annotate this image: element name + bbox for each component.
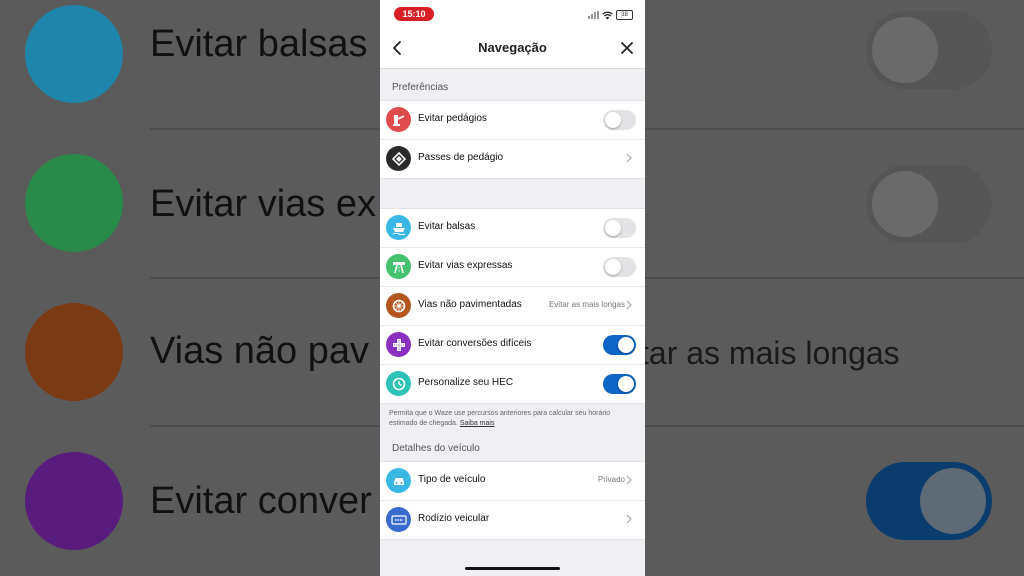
footnote-text: Permita que o Waze use percursos anterio…: [389, 410, 611, 427]
clock-icon: [386, 371, 411, 396]
wheel-icon: [386, 293, 411, 318]
saiba-mais-link[interactable]: Saiba mais: [460, 420, 495, 427]
plate-icon: [386, 507, 411, 532]
toggle-evitar-vias-expressas[interactable]: [603, 257, 636, 277]
row-evitar-conversoes-dificeis[interactable]: Evitar conversões difíceis: [380, 326, 645, 365]
toggle-personalize-hec[interactable]: [603, 374, 636, 394]
status-time: 15:10: [394, 7, 434, 21]
row-label: Passes de pedágio: [418, 152, 504, 163]
row-evitar-vias-expressas[interactable]: Evitar vias expressas: [380, 248, 645, 287]
wifi-icon: [602, 11, 613, 19]
ferry-icon: [25, 5, 123, 103]
row-label: Personalize seu HEC: [418, 377, 514, 388]
phone-screen: 15:10 38 Navegação Preferências Evitar p…: [380, 0, 645, 576]
toggle-evitar-balsas[interactable]: [603, 218, 636, 238]
status-bar: 15:10 38: [380, 0, 645, 28]
close-icon[interactable]: [617, 38, 637, 58]
status-icons: 38: [588, 9, 633, 21]
toggle-evitar-pedagios[interactable]: [603, 110, 636, 130]
row-label: Evitar conversões difíceis: [418, 338, 532, 349]
car-icon: [386, 468, 411, 493]
ferry-icon: [386, 215, 411, 240]
signal-icon: [588, 11, 599, 19]
preferences-group-toll: Evitar pedágios Passes de pedágio: [380, 100, 645, 179]
row-evitar-pedagios[interactable]: Evitar pedágios: [380, 101, 645, 140]
bg-toggle: [866, 462, 992, 540]
section-preferences-label: Preferências: [392, 82, 449, 93]
row-value: Evitar as mais longas: [548, 300, 625, 309]
bg-label: Evitar balsas: [150, 23, 368, 65]
row-label: Tipo de veículo: [418, 474, 486, 485]
bg-label: Evitar vias ex: [150, 183, 376, 225]
bg-label: Vias não pav: [150, 330, 370, 372]
row-label: Vias não pavimentadas: [418, 299, 522, 310]
row-label: Rodízio veicular: [418, 513, 490, 524]
row-rodizio-veicular[interactable]: Rodízio veicular: [380, 501, 645, 539]
row-label: Evitar vias expressas: [418, 260, 513, 271]
chevron-right-icon: [626, 475, 632, 485]
page-title: Navegação: [478, 40, 547, 55]
preferences-group-routes: Evitar balsas Evitar vias expressas Vias…: [380, 208, 645, 404]
toggle-evitar-conversoes[interactable]: [603, 335, 636, 355]
row-label: Evitar balsas: [418, 221, 476, 232]
bg-toggle: [866, 165, 992, 243]
battery-icon: 38: [616, 10, 633, 20]
toll-pass-icon: [386, 146, 411, 171]
nav-bar: Navegação: [380, 28, 645, 69]
chevron-right-icon: [626, 514, 632, 524]
row-personalize-hec[interactable]: Personalize seu HEC: [380, 365, 645, 403]
row-vias-nao-pavimentadas[interactable]: Vias não pavimentadas Evitar as mais lon…: [380, 287, 645, 326]
row-label: Evitar pedágios: [418, 113, 487, 124]
chevron-right-icon: [626, 300, 632, 310]
wheel-icon: [25, 303, 123, 401]
highway-icon: [25, 154, 123, 252]
chevron-right-icon: [626, 153, 632, 163]
section-vehicle-label: Detalhes do veículo: [392, 443, 480, 454]
home-indicator[interactable]: [465, 567, 560, 570]
row-passes-pedagio[interactable]: Passes de pedágio: [380, 140, 645, 178]
highway-icon: [386, 254, 411, 279]
hec-footnote: Permita que o Waze use percursos anterio…: [389, 409, 639, 429]
toll-icon: [386, 107, 411, 132]
cross-icon: [25, 452, 123, 550]
row-tipo-veiculo[interactable]: Tipo de veículo Privado: [380, 462, 645, 501]
row-evitar-balsas[interactable]: Evitar balsas: [380, 209, 645, 248]
row-value: Privado: [597, 475, 625, 484]
bg-label: Evitar conver: [150, 480, 372, 522]
bg-value: tar as mais longas: [640, 335, 900, 371]
cross-icon: [386, 332, 411, 357]
vehicle-group: Tipo de veículo Privado Rodízio veicular: [380, 461, 645, 540]
bg-toggle: [866, 11, 992, 89]
